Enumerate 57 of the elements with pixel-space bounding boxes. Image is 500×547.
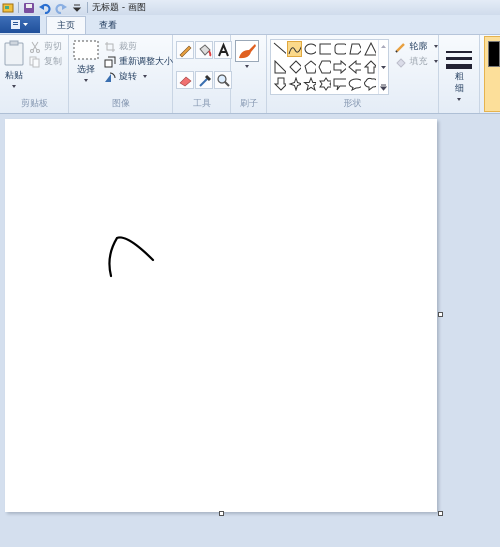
undo-icon[interactable] bbox=[39, 2, 51, 14]
group-label: 图像 bbox=[112, 98, 130, 110]
ribbon-tab[interactable]: 主页 bbox=[46, 16, 86, 34]
star-shape-icon[interactable] bbox=[302, 76, 317, 92]
crop-icon bbox=[104, 40, 116, 52]
menu-button[interactable] bbox=[0, 16, 40, 33]
color-1-button[interactable] bbox=[484, 36, 500, 112]
resize-handle[interactable] bbox=[219, 511, 224, 516]
star-shape-icon[interactable] bbox=[286, 76, 302, 92]
group-label: 剪贴板 bbox=[21, 98, 48, 110]
righttriangle-shape-icon[interactable] bbox=[272, 58, 287, 75]
leftarrow-shape-icon[interactable] bbox=[346, 58, 362, 75]
scroll-down-icon[interactable] bbox=[380, 64, 387, 70]
text-icon[interactable] bbox=[214, 41, 232, 59]
menu-icon bbox=[11, 20, 29, 29]
resize-button[interactable]: 重新调整大小 bbox=[104, 55, 174, 68]
scissors-icon bbox=[29, 40, 41, 52]
polygon-shape-icon[interactable] bbox=[346, 41, 362, 57]
window-title: 无标题 - 画图 bbox=[92, 2, 146, 14]
save-icon[interactable] bbox=[23, 2, 35, 14]
pencil-icon[interactable] bbox=[176, 41, 194, 59]
uparrow-shape-icon[interactable] bbox=[362, 58, 377, 75]
pencil-icon bbox=[394, 40, 407, 52]
curve-shape-icon[interactable] bbox=[286, 41, 302, 57]
downarrow-shape-icon[interactable] bbox=[272, 76, 287, 92]
diamond-shape-icon[interactable] bbox=[286, 58, 302, 75]
paint-app-icon bbox=[2, 2, 14, 14]
rotate-button[interactable]: 旋转 bbox=[104, 70, 174, 83]
group-label: 工具 bbox=[193, 98, 212, 110]
group-label: 形状 bbox=[344, 98, 362, 110]
rotate-icon bbox=[104, 70, 116, 82]
triangle-shape-icon[interactable] bbox=[362, 41, 377, 57]
expand-icon[interactable] bbox=[380, 84, 387, 91]
copy-icon bbox=[29, 56, 41, 68]
dropdown-icon[interactable] bbox=[71, 2, 83, 14]
eraser-icon[interactable] bbox=[176, 70, 194, 88]
ovalcallout-shape-icon[interactable] bbox=[346, 76, 362, 92]
ribbon-tab[interactable]: 查看 bbox=[88, 16, 128, 34]
cloudcallout-shape-icon[interactable] bbox=[362, 76, 377, 92]
resize-handle[interactable] bbox=[438, 312, 443, 317]
magnifier-icon[interactable] bbox=[214, 70, 232, 88]
rectcallout-shape-icon[interactable] bbox=[332, 76, 347, 92]
select-button[interactable]: 选择 bbox=[72, 38, 100, 97]
star-shape-icon[interactable] bbox=[316, 76, 332, 92]
paste-button[interactable]: 粘贴 bbox=[3, 38, 25, 97]
dashed-rectangle-icon bbox=[73, 40, 100, 60]
size-button[interactable]: 粗细 bbox=[445, 48, 474, 103]
group-label: 刷子 bbox=[240, 98, 258, 110]
brush-icon bbox=[235, 40, 260, 62]
outline-button[interactable]: 轮廓 bbox=[394, 40, 438, 53]
resize-handle[interactable] bbox=[438, 511, 443, 516]
rightarrow-shape-icon[interactable] bbox=[332, 58, 347, 75]
resize-icon bbox=[104, 56, 116, 68]
line-widths-icon bbox=[446, 50, 472, 70]
clipboard-icon bbox=[4, 40, 24, 66]
rect-shape-icon[interactable] bbox=[316, 41, 332, 57]
pentagon-shape-icon[interactable] bbox=[302, 58, 317, 75]
